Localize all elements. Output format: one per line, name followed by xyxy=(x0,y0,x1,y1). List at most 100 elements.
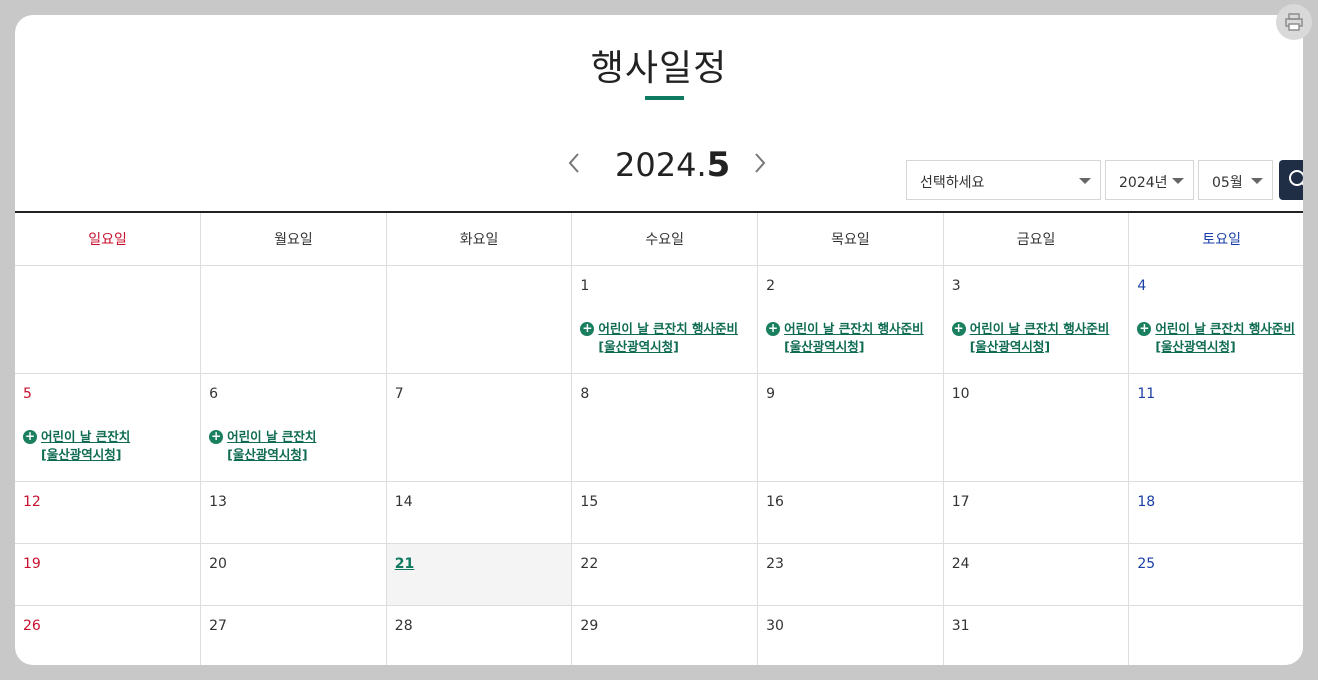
day-number: 30 xyxy=(766,617,784,634)
print-icon xyxy=(1285,13,1303,31)
plus-circle-icon: + xyxy=(580,320,595,336)
event-link[interactable]: + 어린이 날 큰잔치 행사준비 [울산광역시청] xyxy=(951,320,1121,356)
day-number: 31 xyxy=(951,617,970,634)
day-number: 28 xyxy=(394,617,413,634)
calendar-empty-cell xyxy=(1128,605,1303,665)
calendar-day-cell: 21 xyxy=(386,543,573,606)
year-select-value: 2024년 xyxy=(1119,175,1168,191)
event-link[interactable]: + 어린이 날 큰잔치 행사준비 [울산광역시청] xyxy=(1137,320,1303,356)
caret-down-icon xyxy=(1079,178,1091,184)
plus-circle-icon: + xyxy=(23,428,37,444)
day-number: 8 xyxy=(580,385,590,402)
weekday-friday: 금요일 xyxy=(943,212,1130,266)
event-link[interactable]: + 어린이 날 큰잔치 행사준비 [울산광역시청] xyxy=(580,320,749,356)
day-number: 24 xyxy=(951,555,970,572)
calendar-day-cell: 15 xyxy=(571,481,759,544)
plus-circle-icon: + xyxy=(951,320,966,336)
calendar-day-cell: 29 xyxy=(571,605,759,665)
current-year: 2024. xyxy=(615,146,707,184)
calendar-day-cell: 27 xyxy=(200,605,387,665)
month-navigator: 2024.5 xyxy=(555,143,785,187)
event-link[interactable]: + 어린이 날 큰잔치 [울산광역시청] xyxy=(209,428,378,464)
today-day-number[interactable]: 21 xyxy=(395,556,564,576)
weekday-tuesday: 화요일 xyxy=(386,212,573,266)
calendar-day-cell: 19 xyxy=(15,543,202,606)
calendar-table: 일요일 월요일 화요일 수요일 목요일 금요일 토요일 1 + 어린이 날 큰잔치 … xyxy=(15,211,1303,665)
weekday-wednesday: 수요일 xyxy=(571,212,759,266)
month-select[interactable]: 05월 xyxy=(1198,160,1273,200)
title-underline xyxy=(645,96,684,100)
current-month: 5 xyxy=(706,145,731,185)
calendar-day-cell: 11 xyxy=(1128,373,1303,482)
day-number: 19 xyxy=(23,555,41,572)
day-number: 22 xyxy=(580,555,599,572)
category-select[interactable]: 선택하세요 xyxy=(906,160,1101,200)
day-number: 4 xyxy=(1137,277,1147,294)
weekday-sunday: 일요일 xyxy=(15,212,202,266)
calendar-empty-cell xyxy=(386,265,573,374)
calendar-day-cell: 13 xyxy=(200,481,387,544)
calendar-day-cell: 31 xyxy=(943,605,1130,665)
day-number: 14 xyxy=(394,493,413,510)
day-number: 1 xyxy=(580,277,590,294)
event-link[interactable]: + 어린이 날 큰잔치 행사준비 [울산광역시청] xyxy=(766,320,935,356)
year-select[interactable]: 2024년 xyxy=(1105,160,1194,200)
event-title: 어린이 날 큰잔치 [울산광역시청] xyxy=(227,428,317,462)
plus-circle-icon: + xyxy=(766,320,781,336)
calendar-card: 행사일정 2024.5 선택하세요 2024년 05월 일요일 월요일 화요일 … xyxy=(15,15,1303,665)
calendar-week-row: 12 13 14 15 16 17 18 xyxy=(15,481,1303,544)
calendar-day-cell: 23 xyxy=(757,543,944,606)
day-number: 2 xyxy=(766,277,775,294)
day-number: 18 xyxy=(1137,493,1156,510)
caret-down-icon xyxy=(1251,178,1263,184)
weekday-monday: 월요일 xyxy=(200,212,387,266)
calendar-day-cell: 2 + 어린이 날 큰잔치 행사준비 [울산광역시청] xyxy=(757,265,944,374)
weekday-saturday: 토요일 xyxy=(1128,212,1303,266)
day-number: 17 xyxy=(951,493,970,510)
search-icon xyxy=(1289,170,1303,186)
calendar-day-cell: 3 + 어린이 날 큰잔치 행사준비 [울산광역시청] xyxy=(943,265,1130,374)
calendar-empty-cell xyxy=(15,265,202,374)
day-number: 7 xyxy=(394,385,404,402)
event-title: 어린이 날 큰잔치 행사준비 [울산광역시청] xyxy=(598,320,738,354)
calendar-empty-cell xyxy=(200,265,387,374)
chevron-right-icon[interactable] xyxy=(747,151,771,175)
calendar-day-cell: 14 xyxy=(386,481,573,544)
weekday-thursday: 목요일 xyxy=(757,212,944,266)
day-number: 26 xyxy=(23,617,41,634)
day-number: 16 xyxy=(766,493,784,510)
calendar-week-row: 1 + 어린이 날 큰잔치 행사준비 [울산광역시청] 2 + 어린이 날 큰잔치 행사준… xyxy=(15,265,1303,374)
calendar-day-cell: 25 xyxy=(1128,543,1303,606)
chevron-left-icon[interactable] xyxy=(563,151,587,175)
print-button[interactable] xyxy=(1276,4,1312,40)
day-number: 23 xyxy=(766,555,784,572)
calendar-day-cell: 6 + 어린이 날 큰잔치 [울산광역시청] xyxy=(200,373,387,482)
month-select-value: 05월 xyxy=(1212,175,1243,191)
day-number: 25 xyxy=(1137,555,1156,572)
day-number: 6 xyxy=(209,385,219,402)
day-number: 11 xyxy=(1137,385,1156,402)
event-title: 어린이 날 큰잔치 행사준비 [울산광역시청] xyxy=(784,320,924,354)
calendar-week-row: 26 27 28 29 30 31 xyxy=(15,605,1303,665)
calendar-day-cell: 12 xyxy=(15,481,202,544)
calendar-day-cell: 16 xyxy=(757,481,944,544)
day-number: 13 xyxy=(209,493,227,510)
filter-bar: 선택하세요 2024년 05월 xyxy=(906,160,1303,200)
event-link[interactable]: + 어린이 날 큰잔치 [울산광역시청] xyxy=(23,428,192,464)
weekday-header-row: 일요일 월요일 화요일 수요일 목요일 금요일 토요일 xyxy=(15,212,1303,266)
day-number: 20 xyxy=(209,555,227,572)
day-number: 27 xyxy=(209,617,227,634)
current-month-label: 2024.5 xyxy=(615,145,730,185)
calendar-day-cell: 20 xyxy=(200,543,387,606)
category-select-value: 선택하세요 xyxy=(920,175,985,191)
day-number: 10 xyxy=(951,385,970,402)
event-title: 어린이 날 큰잔치 행사준비 [울산광역시청] xyxy=(969,320,1110,354)
day-number: 29 xyxy=(580,617,599,634)
calendar-day-cell: 10 xyxy=(943,373,1130,482)
calendar-week-row: 19 20 21 22 23 24 25 xyxy=(15,543,1303,606)
page-title: 행사일정 xyxy=(590,48,728,89)
day-number: 5 xyxy=(23,385,32,402)
search-button[interactable] xyxy=(1279,160,1303,200)
plus-circle-icon: + xyxy=(209,428,224,444)
calendar-week-row: 5 + 어린이 날 큰잔치 [울산광역시청] 6 + 어린이 날 큰잔치 [울산광역시청]… xyxy=(15,373,1303,482)
